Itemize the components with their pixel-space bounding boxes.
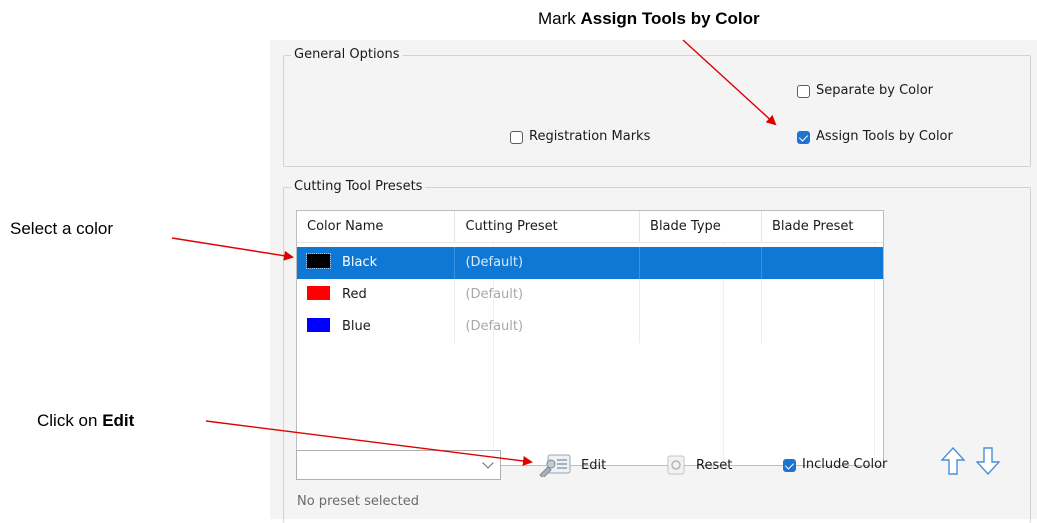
registration-marks-label: Registration Marks [529,129,651,144]
color-name-text: Black [342,255,378,270]
color-name-text: Blue [342,319,371,334]
include-color-checkbox[interactable]: Include Color [783,457,887,473]
registration-marks-checkbox[interactable]: Registration Marks [510,129,650,145]
cutting-tool-presets-title: Cutting Tool Presets [291,179,426,195]
cutting-preset-cell: (Default) [455,311,641,343]
column-header-color-name[interactable]: Color Name [297,211,456,243]
annotation-text: Select a color [10,219,113,238]
annotation-mark-assign-tools: Mark Assign Tools by Color [538,9,760,29]
checkbox-box-checked[interactable] [797,130,810,144]
chevron-down-icon[interactable] [482,457,494,469]
annotation-click-edit: Click on Edit [37,411,134,431]
color-name-text: Red [342,287,367,302]
column-header-blade-type[interactable]: Blade Type [640,211,763,243]
column-header-blade-preset[interactable]: Blade Preset [762,211,883,243]
general-options-title: General Options [291,47,403,63]
reset-icon [667,455,685,475]
include-color-label: Include Color [802,457,888,472]
table-row[interactable]: Red (Default) [297,279,883,311]
color-name-cell: Red [297,279,456,311]
color-name-cell: Blue [297,311,456,343]
separate-by-color-label: Separate by Color [816,83,934,98]
annotation-bold-text: Edit [102,411,135,430]
general-options-group: General Options [283,47,1031,167]
annotation-select-color: Select a color [10,219,113,239]
separate-by-color-checkbox[interactable]: Separate by Color [797,83,933,99]
table-row[interactable]: Blue (Default) [297,311,883,343]
color-swatch-blue [307,318,330,332]
blade-preset-cell [762,247,883,279]
color-swatch-black [306,253,331,269]
edit-button-label: Edit [581,457,607,473]
table-header: Color Name Cutting Preset Blade Type Bla… [297,211,883,243]
blade-type-cell [640,279,763,311]
blade-type-cell [640,247,763,279]
checkbox-box[interactable] [797,84,810,98]
checkbox-box[interactable] [510,130,523,144]
color-name-cell: Black [297,247,456,279]
preset-combo[interactable] [296,450,501,480]
arrow-down-icon[interactable] [975,446,1001,476]
annotation-text: Mark [538,9,581,28]
blade-preset-cell [762,279,883,311]
checkbox-box-checked[interactable] [783,458,796,472]
cutting-preset-cell: (Default) [455,279,641,311]
arrow-up-icon[interactable] [940,446,966,476]
annotation-bold-text: Assign Tools by Color [580,9,760,28]
color-swatch-red [307,286,330,300]
column-header-cutting-preset[interactable]: Cutting Preset [455,211,641,243]
assign-tools-by-color-checkbox[interactable]: Assign Tools by Color [797,129,953,145]
blade-type-cell [640,311,763,343]
reset-button[interactable]: Reset [665,450,732,480]
status-text: No preset selected [297,494,419,509]
annotation-text: Click on [37,411,103,430]
reset-button-label: Reset [696,457,733,473]
edit-button[interactable]: Edit [538,450,606,480]
assign-tools-by-color-label: Assign Tools by Color [816,129,953,144]
edit-icon [539,454,571,477]
cutting-preset-cell: (Default) [455,247,641,279]
blade-preset-cell [762,311,883,343]
cutting-presets-table[interactable]: Color Name Cutting Preset Blade Type Bla… [296,210,884,466]
table-row[interactable]: Black (Default) [297,247,883,279]
